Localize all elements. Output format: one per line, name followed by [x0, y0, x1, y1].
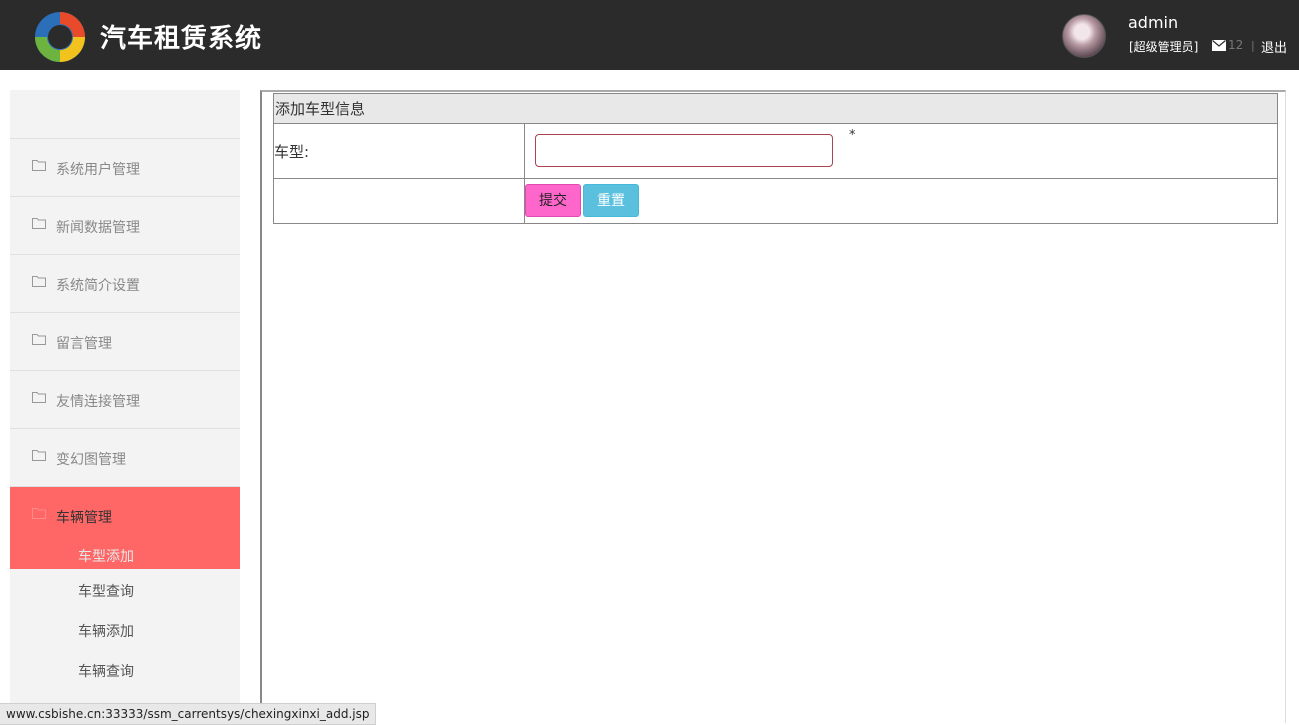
browser-status-url: www.csbishe.cn:33333/ssm_carrentsys/chex… — [0, 703, 377, 725]
menu-item-links[interactable]: 友情连接管理 — [10, 371, 240, 429]
submenu-item-label: 车型添加 — [78, 549, 134, 565]
menu-item-label: 系统简介设置 — [56, 278, 140, 294]
car-type-input[interactable] — [535, 134, 833, 167]
folder-icon — [32, 392, 46, 403]
mail-icon[interactable] — [1212, 40, 1226, 51]
button-row: 提交 重置 — [524, 178, 1278, 224]
user-role: [超级管理员] — [1129, 40, 1199, 54]
menu-item-vehicles[interactable]: 车辆管理 — [10, 487, 240, 544]
submenu-item-label: 车辆添加 — [78, 624, 134, 640]
username: admin — [1128, 13, 1179, 32]
reset-button[interactable]: 重置 — [583, 184, 639, 217]
submenu-item-label: 车型查询 — [78, 584, 134, 600]
sidebar: 系统用户管理 新闻数据管理 系统简介设置 留言管理 友情连接管理 变幻图管理 车… — [10, 90, 240, 723]
required-mark: * — [849, 128, 856, 143]
user-avatar[interactable] — [1062, 14, 1106, 58]
menu-item-messages[interactable]: 留言管理 — [10, 313, 240, 371]
submenu-item-label: 车辆查询 — [78, 664, 134, 680]
folder-icon — [32, 276, 46, 287]
mail-count: 12 — [1228, 38, 1244, 52]
top-header: 汽车租赁系统 admin [超级管理员] 12 | 退出 — [0, 0, 1299, 70]
car-type-label: 车型: — [273, 123, 525, 179]
submenu-item-query-vehicle[interactable]: 车辆查询 — [10, 649, 240, 689]
logout-link[interactable]: 退出 — [1261, 37, 1287, 56]
sidebar-header — [10, 90, 240, 139]
menu-item-label: 新闻数据管理 — [56, 220, 140, 236]
submenu-item-query-car-type[interactable]: 车型查询 — [10, 569, 240, 609]
menu-item-carousel[interactable]: 变幻图管理 — [10, 429, 240, 487]
header-separator: | — [1251, 39, 1255, 52]
menu-item-label: 友情连接管理 — [56, 394, 140, 410]
submenu-item-add-vehicle[interactable]: 车辆添加 — [10, 609, 240, 649]
submenu-item-add-car-type[interactable]: 车型添加 — [10, 544, 240, 569]
form-title: 添加车型信息 — [273, 93, 1278, 124]
menu-item-label: 系统用户管理 — [56, 162, 140, 178]
menu-item-label: 留言管理 — [56, 336, 112, 352]
content-frame: 添加车型信息 车型: * 提交 重置 — [260, 90, 1286, 723]
folder-icon — [32, 450, 46, 461]
folder-icon — [32, 508, 46, 519]
menu-item-label: 车辆管理 — [56, 510, 112, 526]
menu-item-intro[interactable]: 系统简介设置 — [10, 255, 240, 313]
folder-icon — [32, 160, 46, 171]
folder-icon — [32, 218, 46, 229]
menu-item-label: 变幻图管理 — [56, 452, 126, 468]
app-logo-icon — [35, 12, 85, 62]
car-type-cell: * — [524, 123, 1278, 179]
submit-button[interactable]: 提交 — [525, 184, 581, 217]
button-row-spacer — [273, 178, 525, 224]
menu-item-system-users[interactable]: 系统用户管理 — [10, 139, 240, 197]
app-title: 汽车租赁系统 — [100, 24, 263, 54]
add-car-type-form: 添加车型信息 车型: * 提交 重置 — [273, 93, 1278, 224]
menu-item-news[interactable]: 新闻数据管理 — [10, 197, 240, 255]
folder-icon — [32, 334, 46, 345]
